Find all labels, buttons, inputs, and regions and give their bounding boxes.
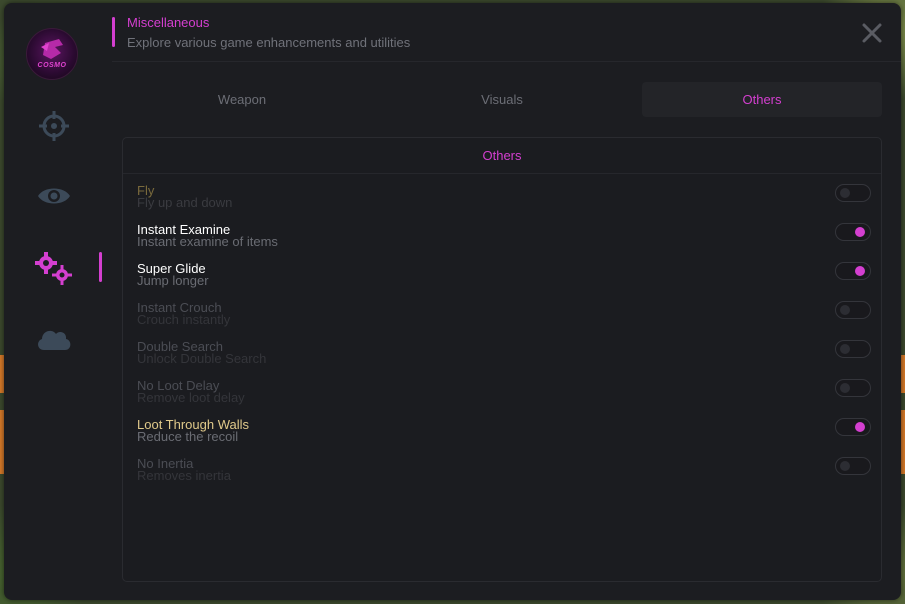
toggle-knob [840, 305, 850, 315]
option-super-glide: Super Glide Jump longer [137, 262, 871, 292]
page-title: Miscellaneous [127, 15, 210, 30]
option-double-search: Double Search Unlock Double Search [137, 340, 871, 370]
sidebar-item-aimbot[interactable] [30, 106, 78, 146]
option-toggle[interactable] [835, 223, 871, 241]
option-loot-through-walls: Loot Through Walls Reduce the recoil [137, 418, 871, 448]
eye-icon [38, 188, 70, 204]
logo-emblem-icon [41, 39, 63, 59]
toggle-knob [855, 422, 865, 432]
option-toggle[interactable] [835, 418, 871, 436]
option-toggle[interactable] [835, 340, 871, 358]
close-button[interactable] [860, 21, 884, 45]
option-description: Removes inertia [137, 468, 231, 483]
tab-weapon[interactable]: Weapon [122, 82, 362, 117]
option-toggle[interactable] [835, 262, 871, 280]
cloud-icon [38, 330, 71, 350]
option-description: Reduce the recoil [137, 429, 239, 444]
option-toggle[interactable] [835, 379, 871, 397]
option-toggle[interactable] [835, 184, 871, 202]
header-accent-bar [112, 17, 115, 47]
sidebar-item-misc[interactable] [30, 248, 78, 288]
crosshair-icon [39, 111, 69, 141]
toggle-knob [855, 266, 865, 276]
page-subtitle: Explore various game enhancements and ut… [127, 35, 411, 50]
option-description: Instant examine of items [137, 234, 278, 249]
main-window: COSMO Miscellaneous Explore various game… [4, 3, 901, 600]
gears-icon [35, 252, 72, 285]
option-no-inertia: No Inertia Removes inertia [137, 457, 871, 487]
sidebar-item-visuals[interactable] [30, 176, 78, 216]
logo: COSMO [26, 28, 78, 80]
option-instant-examine: Instant Examine Instant examine of items [137, 223, 871, 253]
close-icon [862, 23, 882, 43]
header-divider [112, 61, 901, 62]
option-toggle[interactable] [835, 301, 871, 319]
panel-divider [123, 173, 881, 174]
option-description: Remove loot delay [137, 390, 245, 405]
options-panel: Others Fly Fly up and down Instant Exami… [122, 137, 882, 582]
sidebar-item-cloud[interactable] [30, 318, 78, 358]
option-description: Unlock Double Search [137, 351, 267, 366]
tab-visuals[interactable]: Visuals [382, 82, 622, 117]
sidebar-active-indicator [99, 252, 102, 282]
sidebar: COSMO [4, 3, 108, 600]
option-fly: Fly Fly up and down [137, 184, 871, 214]
logo-text: COSMO [37, 62, 67, 69]
toggle-knob [840, 344, 850, 354]
toggle-knob [840, 188, 850, 198]
option-description: Jump longer [137, 273, 209, 288]
toggle-knob [855, 227, 865, 237]
option-no-loot-delay: No Loot Delay Remove loot delay [137, 379, 871, 409]
tab-others[interactable]: Others [642, 82, 882, 117]
option-toggle[interactable] [835, 457, 871, 475]
panel-title: Others [482, 148, 522, 163]
toggle-knob [840, 461, 850, 471]
option-instant-crouch: Instant Crouch Crouch instantly [137, 301, 871, 331]
toggle-knob [840, 383, 850, 393]
option-description: Crouch instantly [137, 312, 231, 327]
option-description: Fly up and down [137, 195, 233, 210]
